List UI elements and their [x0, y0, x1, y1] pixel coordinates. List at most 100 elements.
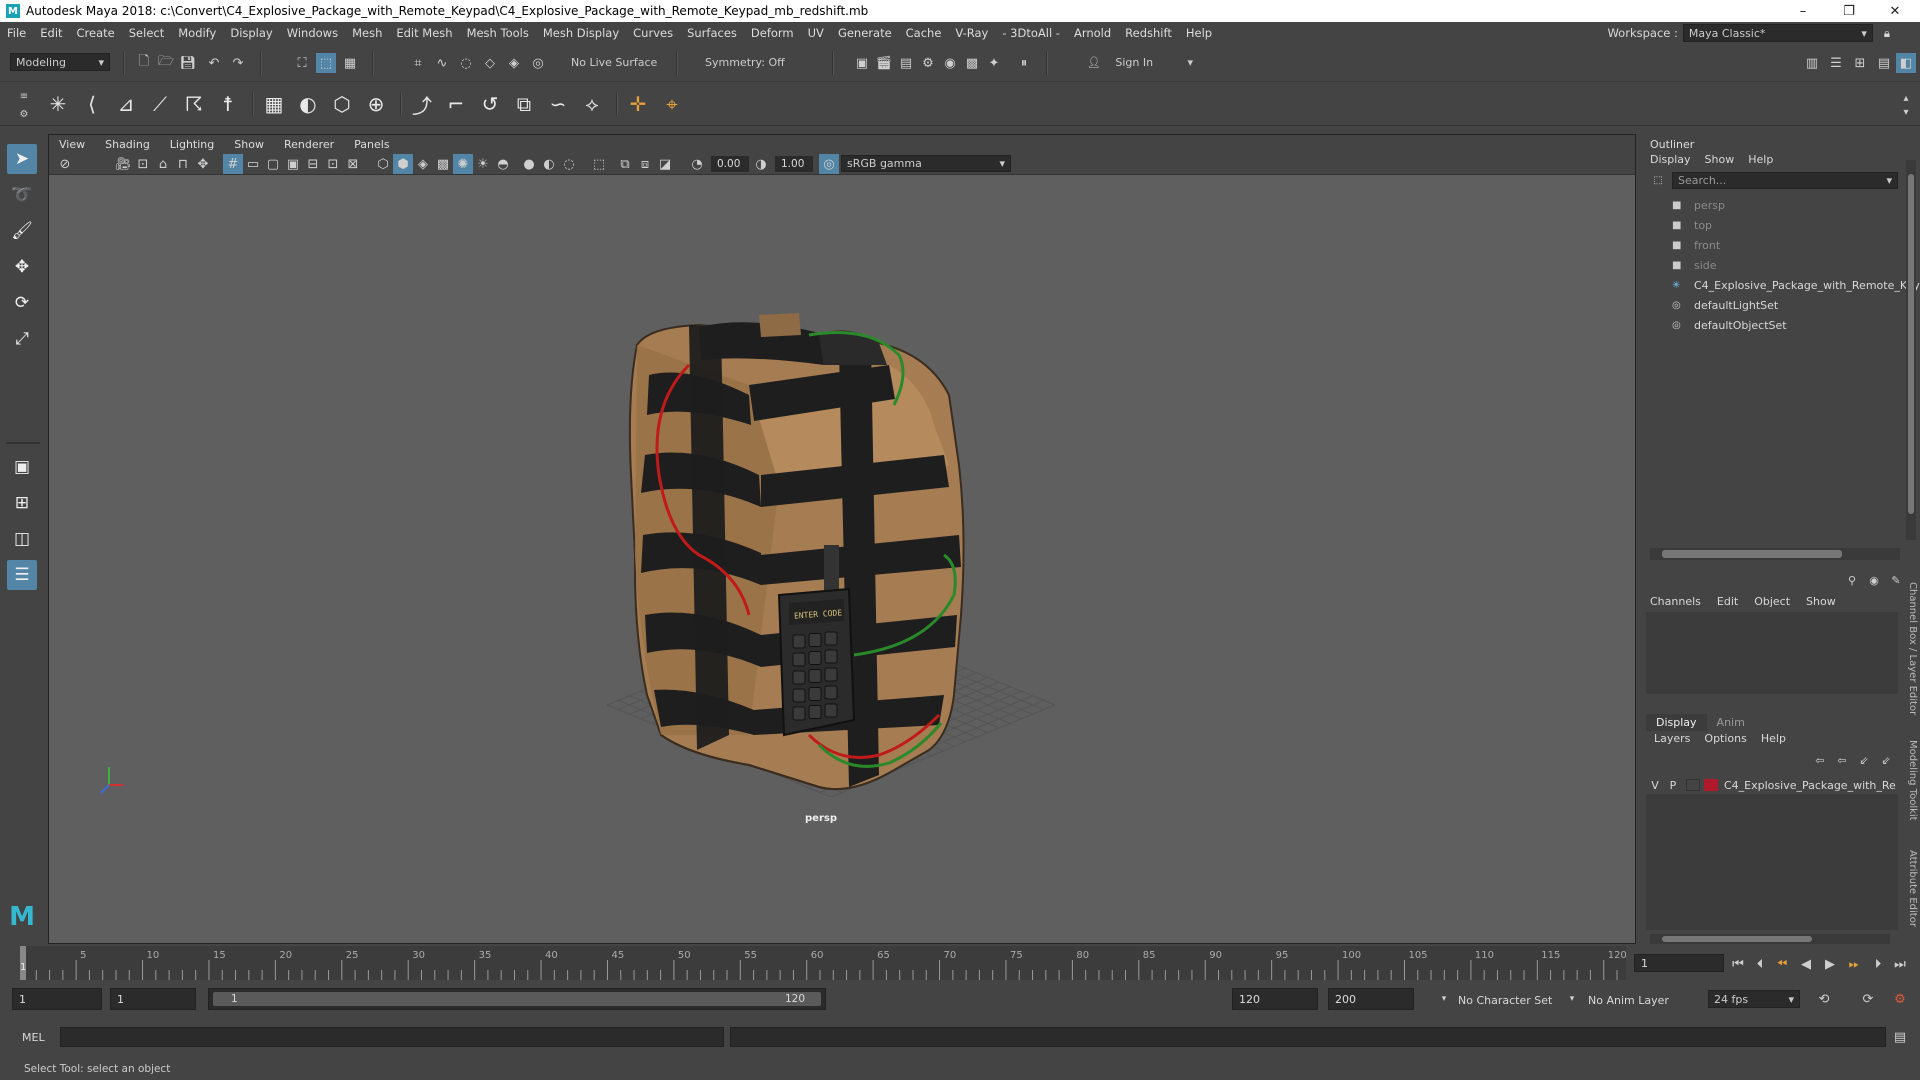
command-lang[interactable]: MEL: [22, 1031, 45, 1044]
snap-plane-icon[interactable]: ◇: [480, 53, 500, 73]
quick-rig-icon[interactable]: ☨: [214, 90, 242, 118]
lasso-tool-icon[interactable]: ➰: [7, 180, 37, 210]
safe-title-icon[interactable]: ⊠: [343, 154, 363, 174]
outliner-item[interactable]: ■ side: [1672, 256, 1717, 274]
menu-item[interactable]: Deform: [744, 26, 801, 40]
menu-item[interactable]: File: [0, 26, 33, 40]
filter-icon[interactable]: ⬚: [1650, 172, 1666, 188]
safe-action-icon[interactable]: ⊡: [323, 154, 343, 174]
render-view-icon[interactable]: ▣: [852, 53, 872, 73]
go-to-start-icon[interactable]: ⏮: [1728, 954, 1748, 974]
outliner-menu-item[interactable]: Help: [1748, 153, 1773, 166]
layer-type-toggle[interactable]: [1686, 779, 1700, 791]
auto-key-icon[interactable]: ⟳: [1858, 989, 1878, 1009]
snap-grid-icon[interactable]: ⌗: [408, 53, 428, 73]
outliner-item[interactable]: ⊞✳C4_Explosive_Package_with_Remote_Key: [1672, 276, 1920, 294]
maximize-button[interactable]: ❐: [1826, 0, 1872, 22]
textured-icon[interactable]: ▩: [433, 154, 453, 174]
render-settings-icon[interactable]: ⚙: [918, 53, 938, 73]
lock-icon[interactable]: 🔒︎: [1884, 26, 1890, 41]
gamma-icon[interactable]: ◑: [751, 154, 771, 174]
outliner-item[interactable]: ■ top: [1672, 216, 1712, 234]
current-frame-field[interactable]: 1: [1634, 954, 1724, 972]
two-view-layout-icon[interactable]: ◫: [7, 524, 37, 554]
layer-playback-toggle[interactable]: P: [1664, 779, 1682, 792]
pivot-icon[interactable]: ⌖: [658, 90, 686, 118]
layer-editor-icon[interactable]: ◧: [1896, 53, 1916, 73]
depth-of-field-icon[interactable]: ◌: [559, 154, 579, 174]
image-plane-icon[interactable]: ⊓: [173, 154, 193, 174]
scroll-thumb[interactable]: [1908, 174, 1914, 514]
wireframe-on-shaded-icon[interactable]: ◈: [413, 154, 433, 174]
side-tab[interactable]: Attribute Editor: [1904, 850, 1918, 927]
snap-curve-icon[interactable]: ∿: [432, 53, 452, 73]
move-layer-down-icon[interactable]: ⇦: [1832, 750, 1852, 770]
layer-menu-item[interactable]: Help: [1761, 732, 1786, 745]
four-view-layout-icon[interactable]: ⊞: [7, 488, 37, 518]
backface-culling-icon[interactable]: ◪: [655, 154, 675, 174]
menu-item[interactable]: Edit Mesh: [389, 26, 459, 40]
select-object-icon[interactable]: ⬚: [316, 53, 336, 73]
go-to-end-icon[interactable]: ⏭: [1890, 954, 1910, 974]
shelf-options-icon[interactable]: ≡: [14, 86, 34, 106]
channel-box-area[interactable]: [1646, 612, 1898, 694]
menu-item[interactable]: Modify: [171, 26, 223, 40]
undo-icon[interactable]: ↶: [204, 53, 224, 73]
render-setup-icon[interactable]: ▩: [962, 53, 982, 73]
new-layer-selected-icon[interactable]: ⇙: [1876, 750, 1896, 770]
workspace-dropdown[interactable]: Maya Classic* ▾: [1682, 24, 1873, 42]
channel-box-icon[interactable]: ▤: [1874, 53, 1894, 73]
anti-aliasing-icon[interactable]: ◐: [539, 154, 559, 174]
save-scene-icon[interactable]: 💾︎: [178, 53, 198, 73]
attribute-toggle-icon[interactable]: ✎: [1886, 570, 1906, 590]
wrap-deformer-icon[interactable]: ⬡: [328, 90, 356, 118]
scale-tool-icon[interactable]: ⤢: [7, 324, 37, 354]
menu-item[interactable]: Curves: [626, 26, 680, 40]
cluster-icon[interactable]: ⊕: [362, 90, 390, 118]
time-slider[interactable]: 5 10 15 20 25 30 35 40 45 50 55 60 65 70 75 80 85 90 95 100…: [0, 946, 1920, 982]
open-scene-icon[interactable]: 🗁: [156, 53, 176, 73]
sine-deformer-icon[interactable]: ⟡: [578, 90, 606, 118]
single-perspective-layout-icon[interactable]: ▣: [7, 452, 37, 482]
lattice-icon[interactable]: ▦: [260, 90, 288, 118]
bookmark-icon[interactable]: ⌂: [153, 154, 173, 174]
outliner-search[interactable]: Search... ▾: [1672, 172, 1898, 189]
layer-tab[interactable]: Display: [1646, 714, 1707, 731]
live-surface-field[interactable]: No Live Surface: [566, 53, 666, 71]
symmetry-dropdown[interactable]: Symmetry: Off: [700, 53, 812, 71]
menu-item[interactable]: UV: [801, 26, 831, 40]
lock-camera-icon[interactable]: ⊡: [133, 154, 153, 174]
channel-menu-item[interactable]: Edit: [1717, 595, 1738, 608]
playback-end-field[interactable]: 120: [1232, 988, 1318, 1010]
attribute-editor-icon[interactable]: ☰: [1826, 53, 1846, 73]
humanik-icon[interactable]: ☈: [180, 90, 208, 118]
move-tool-icon[interactable]: ✥: [7, 252, 37, 282]
menu-item[interactable]: Arnold: [1067, 26, 1118, 40]
step-forward-key-icon[interactable]: ⏵: [1868, 954, 1888, 974]
menu-item[interactable]: Edit: [33, 26, 69, 40]
layer-color-swatch[interactable]: [1704, 779, 1718, 791]
menu-item[interactable]: Mesh Tools: [460, 26, 536, 40]
sculpt-deformer-icon[interactable]: ◐: [294, 90, 322, 118]
flare-deformer-icon[interactable]: ⌐: [442, 90, 470, 118]
outliner-item[interactable]: ■ front: [1672, 236, 1720, 254]
snap-center-icon[interactable]: ◎: [528, 53, 548, 73]
menu-item[interactable]: Mesh Display: [536, 26, 626, 40]
film-gate-icon[interactable]: ▭: [243, 154, 263, 174]
wireframe-icon[interactable]: ⬡: [373, 154, 393, 174]
pause-icon[interactable]: ⏸︎: [1014, 53, 1034, 73]
select-hierarchy-icon[interactable]: ⛶: [292, 53, 312, 73]
gamma-field[interactable]: 1.00: [775, 156, 813, 172]
sign-in-button[interactable]: 👤︎ Sign In ▾: [1082, 53, 1198, 71]
play-forwards-icon[interactable]: ▶: [1820, 954, 1840, 974]
locator-icon[interactable]: ✛: [624, 90, 652, 118]
command-input[interactable]: [60, 1027, 724, 1047]
menu-item[interactable]: V-Ray: [948, 26, 995, 40]
motion-blur-icon[interactable]: ●: [519, 154, 539, 174]
scene-start-field[interactable]: 1: [12, 988, 102, 1010]
ipr-render-icon[interactable]: ▤: [896, 53, 916, 73]
step-forward-frame-icon[interactable]: ⏩︎: [1844, 954, 1864, 974]
viewport-menu-item[interactable]: Show: [224, 138, 274, 151]
viewport-menu-item[interactable]: Shading: [95, 138, 160, 151]
character-set-menu-icon[interactable]: ▾: [1434, 989, 1454, 1009]
